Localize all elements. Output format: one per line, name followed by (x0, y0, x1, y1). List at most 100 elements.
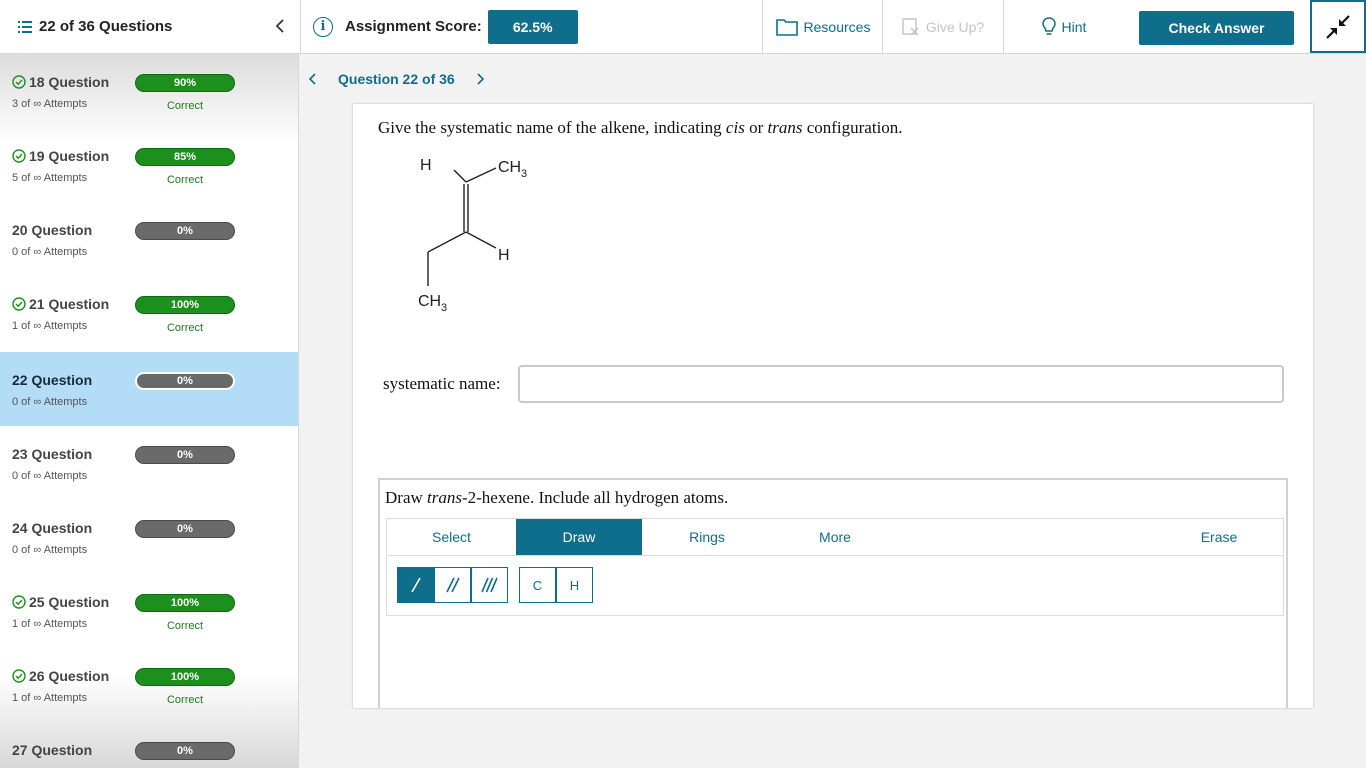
question-title-label: 24 Question (12, 520, 93, 536)
question-title-label: 19 Question (29, 148, 110, 164)
question-status: Correct (166, 322, 204, 334)
question-score-bar: 0% (135, 222, 235, 240)
minimize-button[interactable] (1310, 0, 1366, 53)
single-bond-icon (410, 577, 421, 593)
question-count[interactable]: 22 of 36 Questions (18, 0, 298, 53)
question-score-bar: 85% (135, 148, 235, 166)
question-nav-label: Question 22 of 36 (338, 71, 455, 87)
question-score-bar: 0% (135, 742, 235, 760)
collapse-sidebar-icon[interactable] (272, 16, 288, 36)
question-title: 19 Question (12, 148, 109, 164)
give-up-icon (902, 17, 919, 35)
sidebar-item-question-18[interactable]: 18 Question 3 of ∞ Attempts 90% Correct (0, 54, 298, 128)
draw-prompt-trans: trans (427, 488, 462, 507)
question-attempts: 0 of ∞ Attempts (12, 470, 88, 482)
tab-select[interactable]: Select (387, 519, 516, 555)
sidebar-item-question-19[interactable]: 19 Question 5 of ∞ Attempts 85% Correct (0, 128, 298, 202)
question-attempts: 1 of ∞ Attempts (12, 692, 88, 704)
question-attempts: 0 of ∞ Attempts (12, 246, 88, 258)
systematic-name-label: systematic name: (383, 374, 501, 393)
previous-question-icon[interactable] (306, 72, 320, 86)
toolbar-tabs: Select Draw Rings More Erase (387, 519, 1283, 556)
check-answer-button[interactable]: Check Answer (1139, 11, 1294, 45)
question-score-bar: 100% (135, 594, 235, 612)
question-title: 21 Question (12, 296, 109, 312)
sidebar-item-question-25[interactable]: 25 Question 1 of ∞ Attempts 100% Correct (0, 574, 298, 648)
question-sidebar: 18 Question 3 of ∞ Attempts 90% Correct … (0, 54, 299, 768)
score-value: 62.5% (487, 9, 578, 44)
sidebar-item-question-24[interactable]: 24 Question 0 of ∞ Attempts 0% (0, 500, 298, 574)
alkene-structure: H CH 3 H CH 3 (418, 157, 527, 314)
question-prompt: Give the systematic name of the alkene, … (378, 118, 903, 138)
prompt-cis: cis (725, 118, 745, 137)
question-status: Correct (166, 620, 204, 632)
check-circle-icon (12, 149, 26, 163)
question-score-bar: 100% (135, 296, 235, 314)
atom-ch-bottom: CH (418, 293, 441, 310)
question-title: 27 Question (12, 742, 92, 758)
single-bond-tool[interactable] (397, 567, 434, 603)
tab-draw[interactable]: Draw (516, 519, 642, 555)
atom-ch-top: CH (498, 159, 521, 176)
question-title: 24 Question (12, 520, 92, 536)
question-title-label: 22 Question (12, 372, 93, 388)
question-title-label: 21 Question (29, 296, 110, 312)
systematic-name-input[interactable] (518, 365, 1284, 403)
sidebar-item-question-26[interactable]: 26 Question 1 of ∞ Attempts 100% Correct (0, 648, 298, 722)
drawing-panel: Draw trans-2-hexene. Include all hydroge… (378, 478, 1288, 708)
folder-icon (775, 18, 798, 36)
triple-bond-tool[interactable] (471, 567, 508, 603)
question-title-label: 26 Question (29, 668, 110, 684)
hydrogen-atom-tool[interactable]: H (556, 567, 593, 603)
check-circle-icon (12, 297, 26, 311)
triple-bond-icon (480, 577, 498, 593)
question-score-bar: 90% (135, 74, 235, 92)
question-card: Give the systematic name of the alkene, … (353, 104, 1313, 708)
draw-prompt-text: Draw (385, 488, 428, 507)
question-score-bar: 0% (135, 446, 235, 464)
draw-prompt: Draw trans-2-hexene. Include all hydroge… (385, 488, 728, 508)
question-title-label: 18 Question (29, 74, 110, 90)
info-icon[interactable]: i (313, 16, 333, 37)
drawing-toolbar: Select Draw Rings More Erase C H (386, 518, 1284, 616)
score-label: Assignment Score: (345, 18, 482, 35)
question-attempts: 0 of ∞ Attempts (12, 544, 88, 556)
resources-button[interactable]: Resources (762, 0, 883, 53)
check-circle-icon (12, 75, 26, 89)
question-attempts: 1 of ∞ Attempts (12, 618, 88, 630)
assignment-score: i Assignment Score: 62.5% (300, 0, 762, 53)
sidebar-item-question-20[interactable]: 20 Question 0 of ∞ Attempts 0% (0, 202, 298, 276)
question-count-label: 22 of 36 Questions (39, 18, 173, 35)
prompt-trans: trans (767, 118, 803, 137)
give-up-button[interactable]: Give Up? (882, 0, 1003, 53)
question-score-bar: 0% (135, 520, 235, 538)
atom-h-right: H (498, 247, 510, 264)
double-bond-icon (445, 577, 460, 593)
top-bar: 22 of 36 Questions i Assignment Score: 6… (0, 0, 1366, 54)
carbon-atom-tool[interactable]: C (519, 567, 556, 603)
sidebar-item-question-22[interactable]: 22 Question 0 of ∞ Attempts 0% (0, 352, 298, 426)
question-title: 22 Question (12, 372, 92, 388)
prompt-end: configuration. (802, 118, 903, 137)
question-status: Correct (166, 174, 204, 186)
question-title-label: 23 Question (12, 446, 93, 462)
question-title: 20 Question (12, 222, 92, 238)
prompt-or: or (744, 118, 768, 137)
sidebar-item-question-21[interactable]: 21 Question 1 of ∞ Attempts 100% Correct (0, 276, 298, 350)
hint-button[interactable]: Hint (1003, 0, 1124, 53)
tab-erase[interactable]: Erase (1155, 519, 1283, 555)
draw-prompt-end: -2-hexene. Include all hydrogen atoms. (461, 488, 729, 507)
sidebar-item-question-27[interactable]: 27 Question 0% (0, 722, 298, 768)
list-icon (18, 20, 32, 33)
atom-h-top: H (420, 157, 432, 174)
question-title: 18 Question (12, 74, 109, 90)
question-status: Correct (166, 100, 204, 112)
subscript-three: 3 (441, 302, 447, 314)
next-question-icon[interactable] (473, 72, 487, 86)
tab-rings[interactable]: Rings (642, 519, 772, 555)
question-attempts: 1 of ∞ Attempts (12, 320, 88, 332)
double-bond-tool[interactable] (434, 567, 471, 603)
minimize-icon (1326, 14, 1350, 39)
sidebar-item-question-23[interactable]: 23 Question 0 of ∞ Attempts 0% (0, 426, 298, 500)
tab-more[interactable]: More (772, 519, 898, 555)
